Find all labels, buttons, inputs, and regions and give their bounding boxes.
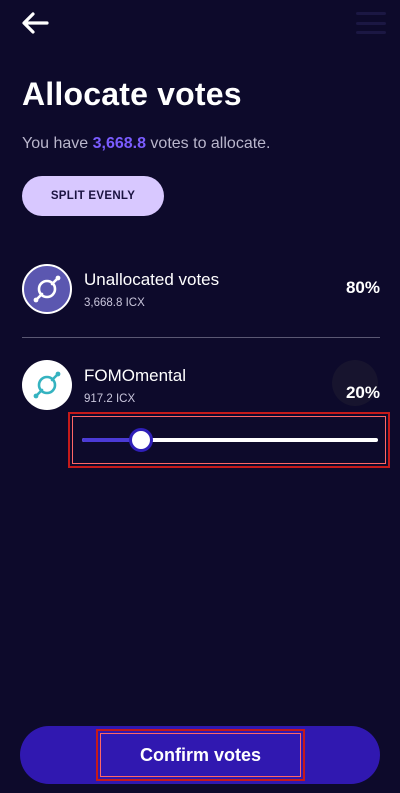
allocation-row-fomomental: FOMOmental 917.2 ICX 20% bbox=[22, 360, 380, 414]
back-button[interactable] bbox=[18, 8, 52, 38]
icon-logo-icon bbox=[33, 275, 61, 303]
summary-suffix: votes to allocate. bbox=[145, 135, 271, 152]
page-title: Allocate votes bbox=[22, 76, 242, 112]
avatar bbox=[22, 264, 72, 314]
hamburger-menu-icon[interactable] bbox=[356, 12, 386, 34]
slider-thumb[interactable] bbox=[129, 428, 154, 452]
allocation-name: FOMOmental bbox=[84, 366, 187, 385]
divider bbox=[22, 337, 380, 338]
allocation-amount: 3,668.8 ICX bbox=[84, 297, 145, 309]
votes-summary: You have 3,668.8 votes to allocate. bbox=[22, 135, 271, 153]
votes-amount: 3,668.8 bbox=[92, 135, 146, 152]
avatar bbox=[22, 360, 72, 410]
allocation-amount: 917.2 ICX bbox=[84, 393, 136, 405]
confirm-votes-button[interactable]: Confirm votes bbox=[96, 729, 305, 781]
icon-logo-icon bbox=[33, 371, 61, 399]
allocation-percent: 80% bbox=[345, 278, 380, 297]
allocation-percent: 20% bbox=[345, 383, 380, 402]
allocation-name: Unallocated votes bbox=[84, 270, 220, 289]
split-evenly-button[interactable]: SPLIT EVENLY bbox=[22, 176, 164, 216]
allocation-row-unallocated: Unallocated votes 3,668.8 ICX 80% bbox=[22, 264, 380, 318]
arrow-left-icon bbox=[22, 12, 49, 34]
summary-prefix: You have bbox=[22, 135, 93, 152]
vote-allocation-slider[interactable] bbox=[68, 412, 390, 468]
